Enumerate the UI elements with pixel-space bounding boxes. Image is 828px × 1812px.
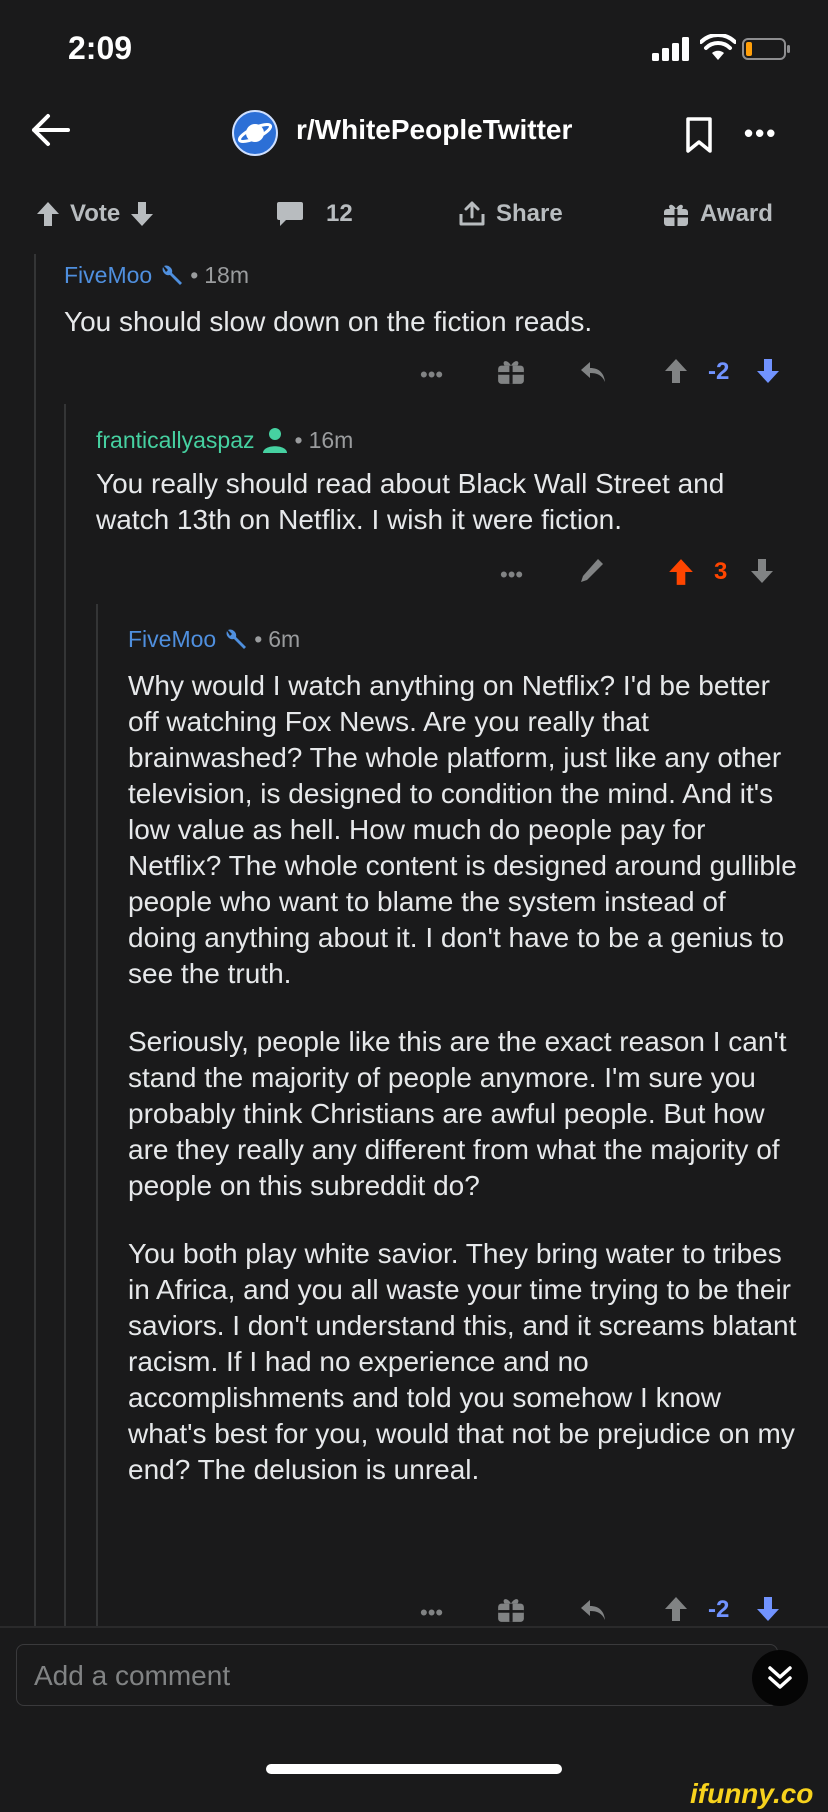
comment-3-author[interactable]: FiveMoo <box>128 626 216 653</box>
thread-line-level-3[interactable] <box>96 604 98 1626</box>
downvote-icon[interactable] <box>130 201 154 227</box>
home-indicator[interactable] <box>266 1764 562 1774</box>
comments-button[interactable]: 12 <box>276 200 353 228</box>
thread-line-level-2[interactable] <box>64 404 66 1626</box>
wrench-flair-icon <box>226 629 247 649</box>
comment-2-upvote-icon[interactable] <box>668 558 694 586</box>
comment-3-more-icon[interactable]: ••• <box>420 1600 443 1626</box>
vote-label: Vote <box>70 200 121 227</box>
comment-1-upvote-icon[interactable] <box>664 358 688 384</box>
signal-icon <box>652 37 689 61</box>
comment-icon <box>277 202 303 226</box>
comment-2-edit-icon[interactable] <box>578 556 606 586</box>
separator-dot: • <box>254 626 263 652</box>
comment-3-body: Why would I watch anything on Netflix? I… <box>128 668 800 1488</box>
gift-icon <box>664 204 688 226</box>
share-icon <box>459 201 485 226</box>
comment-2-time: 16m <box>308 426 354 453</box>
comment-3-header: FiveMoo • 6m <box>128 626 300 653</box>
comment-2-body: You really should read about Black Wall … <box>96 466 796 538</box>
separator-dot: • <box>190 262 199 288</box>
composer-divider <box>0 1626 828 1628</box>
comment-1-more-icon[interactable]: ••• <box>420 362 443 388</box>
award-button[interactable]: Award <box>662 200 773 228</box>
comment-1-time: 18m <box>204 262 250 288</box>
status-time: 2:09 <box>68 30 133 66</box>
comment-1-downvote-icon[interactable] <box>756 358 780 384</box>
comments-count: 12 <box>326 200 353 227</box>
comment-3-score: -2 <box>708 1596 730 1623</box>
comment-3-award-icon[interactable] <box>496 1594 526 1624</box>
comment-1-score: -2 <box>708 358 730 385</box>
comment-1-reply-icon[interactable] <box>578 358 608 386</box>
comment-1-award-icon[interactable] <box>496 356 526 386</box>
comment-2-more-icon[interactable]: ••• <box>500 562 523 588</box>
share-label: Share <box>496 200 563 227</box>
add-comment-placeholder[interactable]: Add a comment <box>34 1660 230 1692</box>
comment-2-downvote-icon[interactable] <box>750 558 774 584</box>
vote-control[interactable]: Vote <box>36 200 154 228</box>
double-chevron-down-icon <box>768 1666 792 1689</box>
subreddit-title[interactable]: r/WhitePeopleTwitter <box>296 114 572 146</box>
back-arrow-icon[interactable] <box>28 108 72 152</box>
comment-3-downvote-icon[interactable] <box>756 1596 780 1622</box>
separator-dot: • <box>294 426 303 453</box>
wrench-flair-icon <box>162 265 183 285</box>
comment-paragraph: You both play white savior. They bring w… <box>128 1238 797 1485</box>
battery-icon <box>742 38 790 60</box>
comment-3-time: 6m <box>268 626 301 652</box>
share-button[interactable]: Share <box>458 200 563 228</box>
comment-paragraph: Seriously, people like this are the exac… <box>128 1026 787 1201</box>
wifi-icon <box>700 34 736 60</box>
comment-2-author[interactable]: franticallyaspaz <box>96 427 255 454</box>
comment-3-upvote-icon[interactable] <box>664 1596 688 1622</box>
thread-line-level-1[interactable] <box>34 254 36 1626</box>
comment-3-reply-icon[interactable] <box>578 1596 608 1624</box>
comment-paragraph: You should slow down on the fiction read… <box>64 306 593 337</box>
comment-2-header: franticallyaspaz • 16m <box>96 426 353 454</box>
upvote-icon[interactable] <box>36 201 60 227</box>
comment-1-header: FiveMoo • 18m <box>64 262 249 289</box>
subreddit-icon[interactable] <box>232 110 278 156</box>
comment-1-author[interactable]: FiveMoo <box>64 262 152 289</box>
collapse-thread-button[interactable] <box>752 1650 808 1706</box>
comment-paragraph: Why would I watch anything on Netflix? I… <box>128 670 797 989</box>
op-user-icon <box>262 428 287 453</box>
comment-1-body: You should slow down on the fiction read… <box>64 304 794 340</box>
bookmark-icon[interactable] <box>684 116 714 154</box>
more-options-icon[interactable]: ••• <box>744 118 777 149</box>
comment-2-score: 3 <box>714 558 728 585</box>
award-label: Award <box>700 200 773 227</box>
comment-paragraph: You really should read about Black Wall … <box>96 468 725 535</box>
watermark: ifunny.co <box>690 1778 814 1809</box>
